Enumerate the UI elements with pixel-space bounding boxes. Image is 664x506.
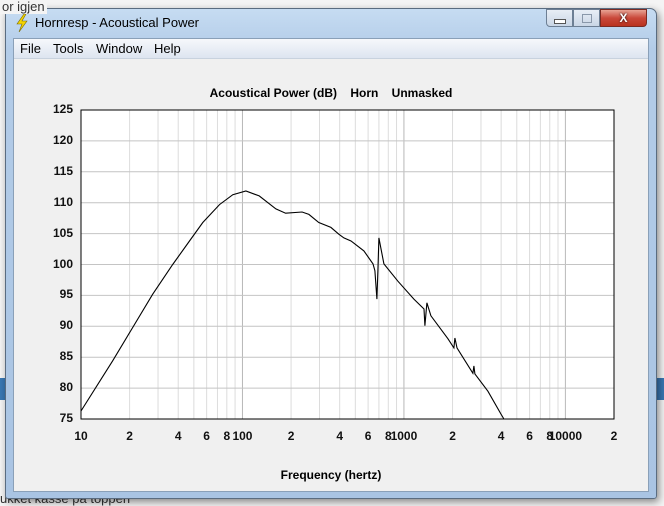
client-area: File Tools Window Help Acoustical Power …: [13, 38, 649, 492]
x-tick-label: 8: [223, 429, 231, 443]
y-tick-label: 90: [59, 318, 73, 333]
lightning-bolt-icon: [16, 14, 28, 32]
close-icon: X: [619, 11, 628, 25]
y-tick-label: 95: [59, 287, 73, 302]
x-tick-label: 4: [336, 429, 344, 443]
window-title: Hornresp - Acoustical Power: [35, 15, 200, 30]
y-tick-label: 75: [59, 411, 73, 425]
background-text-top: or igjen: [0, 0, 47, 14]
x-tick-label: 6: [364, 429, 372, 443]
y-tick-label: 115: [53, 163, 73, 178]
hornresp-window: Hornresp - Acoustical Power X File Tools…: [5, 8, 657, 499]
maximize-icon: [574, 11, 599, 23]
acoustical-power-chart: [80, 109, 615, 420]
x-tick-label: 2: [449, 429, 456, 443]
title-bar[interactable]: Hornresp - Acoustical Power X: [6, 9, 656, 38]
y-tick-label: 85: [59, 349, 73, 364]
x-tick-label: 4: [497, 429, 505, 443]
minimize-icon: [547, 11, 572, 24]
x-tick-label: 10000: [548, 429, 583, 443]
x-tick-label: 2: [610, 429, 618, 443]
x-tick-label: 2: [126, 429, 133, 443]
x-tick-label: 10: [74, 429, 88, 443]
y-tick-label: 105: [52, 225, 73, 240]
y-tick-label: 120: [52, 132, 73, 147]
y-tick-label: 110: [53, 194, 73, 209]
x-axis-title: Frequency (hertz): [280, 468, 382, 482]
background-band: [656, 378, 664, 400]
close-button[interactable]: X: [600, 9, 647, 27]
x-tick-label: 2: [287, 429, 295, 443]
maximize-button[interactable]: [573, 9, 600, 27]
x-tick-label: 1000: [390, 429, 418, 443]
x-tick-label: 100: [232, 429, 253, 443]
x-tick-label: 6: [203, 429, 210, 443]
x-tick-label: 4: [174, 429, 182, 443]
x-tick-label: 6: [526, 429, 533, 443]
y-tick-label: 125: [52, 102, 73, 116]
y-tick-label: 100: [52, 256, 73, 271]
y-tick-label: 80: [59, 380, 73, 395]
minimize-button[interactable]: [546, 9, 573, 27]
